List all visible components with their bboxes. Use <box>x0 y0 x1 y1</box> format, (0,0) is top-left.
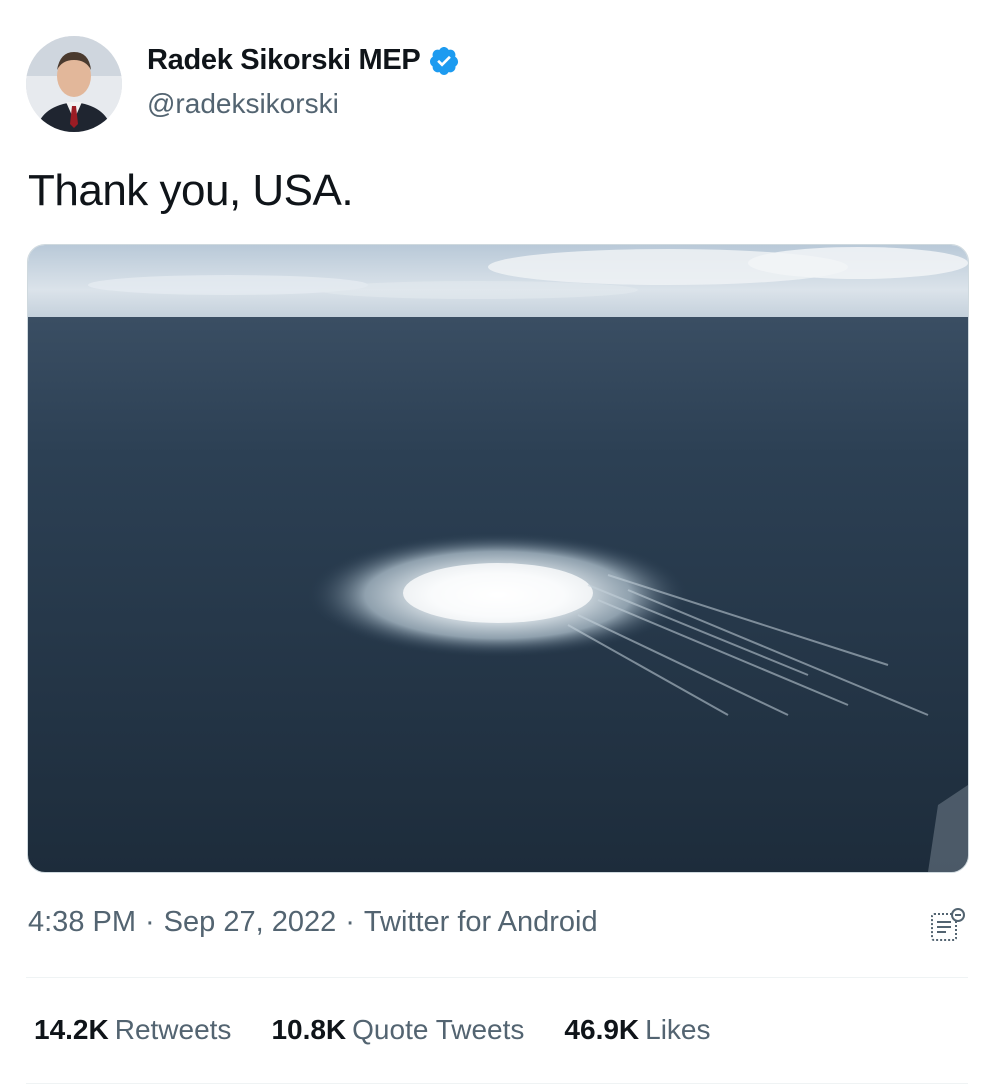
sea-photo <box>28 245 968 872</box>
separator-dot: · <box>145 906 155 938</box>
avatar-photo <box>26 36 122 132</box>
tweet-metadata: 4:38 PM · Sep 27, 2022 · Twitter for And… <box>28 906 598 939</box>
quote-tweets-stat[interactable]: 10.8K Quote Tweets <box>271 1014 524 1046</box>
tweet-media-image[interactable] <box>27 244 969 873</box>
display-name[interactable]: Radek Sikorski MEP <box>147 44 460 77</box>
user-handle[interactable]: @radeksikorski <box>147 88 339 120</box>
analytics-icon[interactable] <box>928 906 968 946</box>
separator-dot: · <box>345 906 355 938</box>
divider <box>26 1083 968 1084</box>
display-name-text: Radek Sikorski MEP <box>147 44 421 76</box>
retweets-stat[interactable]: 14.2K Retweets <box>34 1014 231 1046</box>
engagement-stats: 14.2K Retweets 10.8K Quote Tweets 46.9K Lik… <box>34 1014 711 1046</box>
verified-badge-icon <box>430 46 459 75</box>
tweet-time[interactable]: 4:38 PM <box>28 906 136 939</box>
divider <box>26 977 968 978</box>
tweet-text: Thank you, USA. <box>28 166 354 215</box>
tweet-date[interactable]: Sep 27, 2022 <box>164 906 337 939</box>
avatar[interactable] <box>26 36 122 132</box>
tweet-source[interactable]: Twitter for Android <box>364 906 598 939</box>
likes-stat[interactable]: 46.9K Likes <box>564 1014 710 1046</box>
